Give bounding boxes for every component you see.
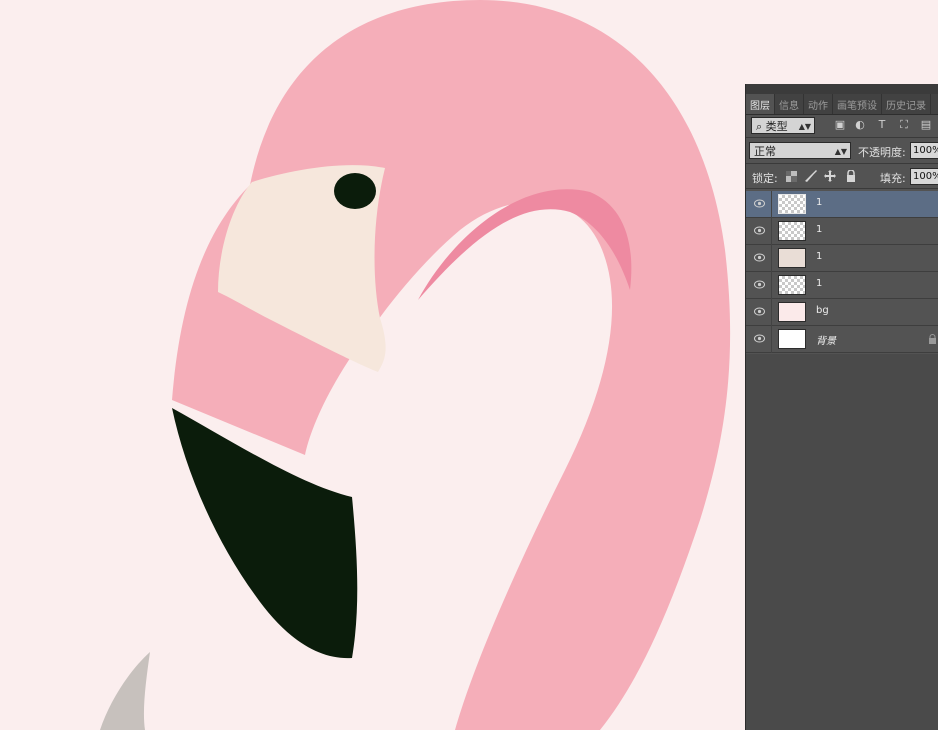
layer-name[interactable]: 背景 (816, 332, 836, 347)
lock-position-icon[interactable] (824, 170, 836, 182)
type-filter-icon[interactable]: T (876, 119, 888, 131)
layer-thumbnail (778, 275, 806, 295)
visibility-eye-icon[interactable] (754, 226, 765, 235)
blend-mode-value: 正常 (754, 145, 776, 158)
layer-row[interactable]: 背景 (746, 326, 938, 353)
smart-object-filter-icon[interactable]: ▤ (920, 119, 932, 131)
layer-thumbnail (778, 248, 806, 268)
tab-info[interactable]: 信息 (775, 94, 804, 114)
fill-label: 填充: (880, 172, 906, 185)
divider (771, 218, 772, 245)
opacity-label: 不透明度: (858, 146, 906, 159)
tab-brush-presets[interactable]: 画笔预设 (833, 94, 882, 114)
layer-thumbnail (778, 302, 806, 322)
layers-panel: 图层 信息 动作 画笔预设 历史记录 ⌕ 类型 ▲▼ ▣ ◐ T ⛶ ▤ 正常 … (745, 84, 938, 730)
layer-name[interactable]: 1 (816, 224, 822, 235)
lock-label: 锁定: (752, 172, 778, 185)
divider (771, 272, 772, 299)
layer-kind-filter[interactable]: ⌕ 类型 ▲▼ (751, 117, 815, 134)
panel-title-bar[interactable] (746, 84, 938, 94)
layer-list: 1 1 1 1 bg 背景 (746, 191, 938, 353)
shape-filter-icon[interactable]: ⛶ (898, 119, 910, 131)
layer-row[interactable]: 1 (746, 191, 938, 218)
blend-mode-select[interactable]: 正常 ▲▼ (749, 142, 851, 159)
flamingo-eye (334, 173, 376, 209)
layer-lock-icon (929, 334, 936, 344)
lock-image-pixels-icon[interactable] (804, 170, 818, 182)
adjustment-filter-icon[interactable]: ◐ (854, 119, 866, 131)
divider (746, 163, 938, 164)
visibility-eye-icon[interactable] (754, 199, 765, 208)
visibility-eye-icon[interactable] (754, 280, 765, 289)
chevron-down-icon: ▲▼ (798, 122, 811, 131)
tab-history[interactable]: 历史记录 (882, 94, 931, 114)
visibility-eye-icon[interactable] (754, 307, 765, 316)
layer-thumbnail (778, 194, 806, 214)
divider (771, 245, 772, 272)
lock-transparent-pixels-icon[interactable] (786, 171, 797, 182)
layer-name[interactable]: 1 (816, 278, 822, 289)
layer-row[interactable]: bg (746, 299, 938, 326)
divider (771, 299, 772, 326)
divider (771, 191, 772, 218)
layer-thumbnail (778, 221, 806, 241)
layer-list-empty-area (746, 354, 938, 730)
opacity-input[interactable]: 100% (910, 142, 938, 159)
fill-input[interactable]: 100% (910, 168, 938, 185)
search-icon: ⌕ (756, 120, 763, 133)
divider (746, 137, 938, 138)
lock-all-icon[interactable] (846, 170, 856, 182)
panel-tabs: 图层 信息 动作 画笔预设 历史记录 (746, 94, 938, 115)
visibility-eye-icon[interactable] (754, 253, 765, 262)
layer-row[interactable]: 1 (746, 272, 938, 299)
layer-name[interactable]: 1 (816, 197, 822, 208)
layer-row[interactable]: 1 (746, 218, 938, 245)
layer-name[interactable]: bg (816, 305, 829, 316)
tab-layers[interactable]: 图层 (746, 94, 775, 114)
layer-thumbnail (778, 329, 806, 349)
divider (771, 326, 772, 353)
layer-row[interactable]: 1 (746, 245, 938, 272)
tab-actions[interactable]: 动作 (804, 94, 833, 114)
divider (746, 188, 938, 189)
kind-filter-label: 类型 (765, 120, 788, 133)
image-filter-icon[interactable]: ▣ (834, 119, 846, 131)
chevron-down-icon: ▲▼ (834, 147, 847, 156)
layer-name[interactable]: 1 (816, 251, 822, 262)
visibility-eye-icon[interactable] (754, 334, 765, 343)
